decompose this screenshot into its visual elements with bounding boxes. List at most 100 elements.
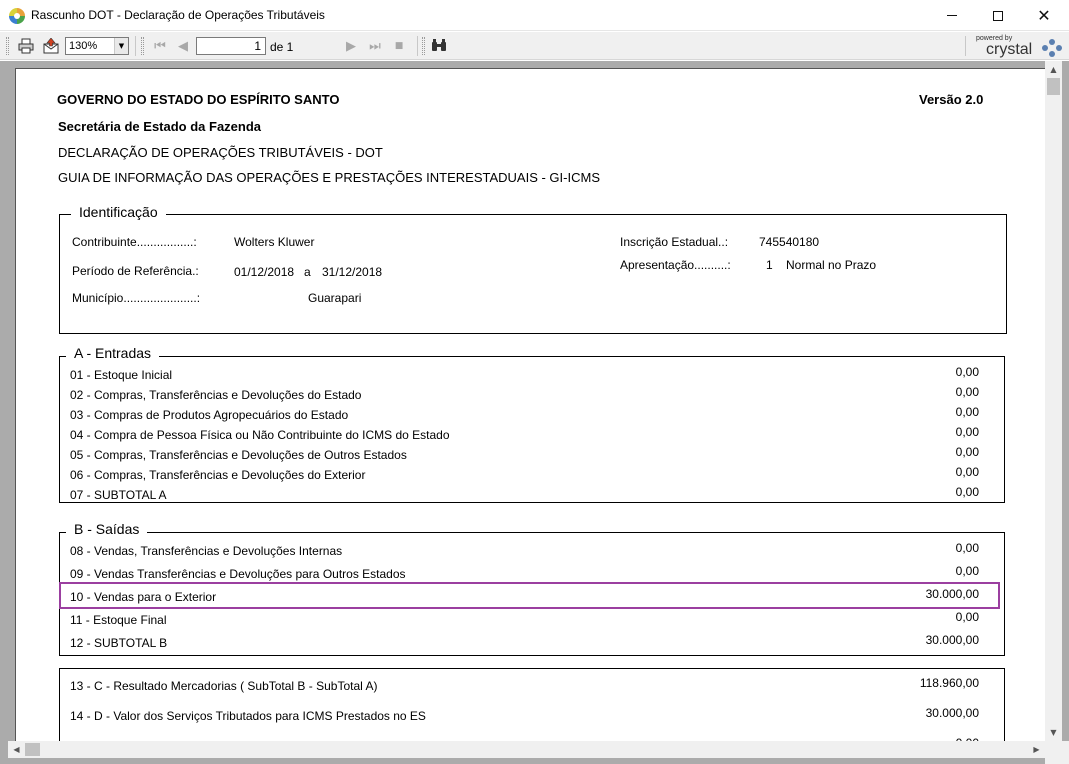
logo-word: crystal	[986, 41, 1033, 58]
row-value: 30.000,00	[925, 706, 979, 720]
crystal-dots-icon	[1042, 39, 1062, 57]
minimize-button[interactable]	[929, 0, 975, 31]
inscricao-label: Inscrição Estadual..:	[620, 235, 729, 249]
stop-icon: ■	[394, 41, 404, 51]
scroll-right-icon[interactable]: ▶	[1028, 741, 1045, 758]
municipio-value: Guarapari	[308, 291, 362, 305]
row-label: 09 - Vendas Transferências e Devoluções …	[70, 567, 406, 581]
row-label: 08 - Vendas, Transferências e Devoluções…	[70, 544, 343, 558]
row-label: 01 - Estoque Inicial	[70, 368, 173, 382]
row-value: 0,00	[955, 541, 979, 555]
horizontal-scrollbar[interactable]: ◀ ▶	[8, 741, 1045, 758]
row-value: 0,00	[955, 564, 979, 578]
row-label: 13 - C - Resultado Mercadorias ( SubTota…	[70, 679, 378, 693]
toolbar-grip[interactable]	[6, 37, 9, 55]
vertical-scrollbar[interactable]: ▲ ▼	[1045, 61, 1062, 741]
row-value: 118.960,00	[919, 676, 979, 690]
crystal-logo: powered by crystal	[972, 35, 1064, 59]
periodo-inicio: 01/12/2018	[234, 265, 295, 279]
maximize-button[interactable]	[975, 0, 1021, 31]
contribuinte-label: Contribuinte.................:	[72, 235, 197, 249]
close-button[interactable]: ✕	[1021, 0, 1067, 31]
crystal-app-icon	[9, 8, 25, 24]
guia-header: GUIA DE INFORMAÇÃO DAS OPERAÇÕES E PREST…	[58, 170, 600, 185]
next-page-icon: ▶	[346, 38, 356, 54]
apresentacao-value: Normal no Prazo	[786, 258, 877, 272]
print-button[interactable]	[17, 37, 35, 55]
scroll-left-icon[interactable]: ◀	[8, 741, 25, 758]
row-label: 11 - Estoque Final	[70, 613, 167, 627]
chevron-down-icon[interactable]: ▼	[114, 38, 128, 54]
identificacao-box	[59, 214, 1007, 334]
row-label: 14 - D - Valor dos Serviços Tributados p…	[70, 709, 426, 723]
row-label: 12 - SUBTOTAL B	[70, 636, 168, 650]
scroll-down-icon[interactable]: ▼	[1045, 724, 1062, 741]
saidas-legend: B - Saídas	[66, 521, 148, 537]
periodo-separator: a	[304, 265, 311, 279]
search-button[interactable]	[430, 37, 448, 55]
row-value: 0,00	[955, 485, 979, 499]
row-value: 0,00	[955, 465, 979, 479]
row-value: 0,00	[955, 385, 979, 399]
periodo-fim: 31/12/2018	[322, 265, 383, 279]
printer-icon	[18, 38, 34, 54]
binoculars-icon	[432, 39, 446, 51]
municipio-label: Município......................:	[72, 291, 201, 305]
version-label: Versão 2.0	[919, 92, 984, 107]
previous-page-icon: ◀	[178, 38, 188, 54]
next-page-button[interactable]: ▶	[342, 37, 360, 55]
declaracao-header: DECLARAÇÃO DE OPERAÇÕES TRIBUTÁVEIS - DO…	[58, 145, 383, 160]
maximize-icon	[993, 10, 1003, 21]
row-label: 03 - Compras de Produtos Agropecuários d…	[70, 408, 349, 422]
report-viewer: GOVERNO DO ESTADO DO ESPÍRITO SANTO Vers…	[0, 61, 1069, 764]
horizontal-scroll-thumb[interactable]	[25, 743, 40, 756]
row-value: 0,00	[955, 365, 979, 379]
first-page-button[interactable]: ⏮	[151, 37, 169, 55]
apresentacao-code: 1	[766, 258, 773, 272]
apresentacao-label: Apresentação..........:	[620, 258, 731, 272]
zoom-select[interactable]: 130% ▼	[65, 37, 129, 55]
title-bar: Rascunho DOT - Declaração de Operações T…	[0, 0, 1069, 31]
page-number-input[interactable]: 1	[196, 37, 266, 55]
scrollbar-corner	[1045, 741, 1069, 764]
row-value: 0,00	[955, 610, 979, 624]
window-title: Rascunho DOT - Declaração de Operações T…	[31, 8, 325, 22]
row-label: 07 - SUBTOTAL A	[70, 488, 167, 502]
inscricao-value: 745540180	[759, 235, 820, 249]
periodo-label: Período de Referência.:	[72, 264, 199, 278]
zoom-value: 130%	[69, 40, 98, 52]
export-button[interactable]	[42, 37, 60, 55]
row-label: 10 - Vendas para o Exterior	[70, 590, 217, 604]
last-page-button[interactable]: ⏭	[366, 37, 384, 55]
row-value: 0,00	[955, 405, 979, 419]
scroll-up-icon[interactable]: ▲	[1045, 61, 1062, 78]
page-total: de 1	[270, 40, 294, 54]
row-label: 02 - Compras, Transferências e Devoluçõe…	[70, 388, 362, 402]
stop-button[interactable]: ■	[390, 37, 408, 55]
toolbar-separator	[417, 36, 418, 56]
toolbar-grip[interactable]	[422, 37, 425, 55]
viewer-toolbar: 130% ▼ ⏮ ◀ 1 de 1 ▶ ⏭ ■ powered by cryst…	[0, 32, 1069, 60]
first-page-icon: ⏮	[154, 38, 166, 54]
toolbar-grip[interactable]	[141, 37, 144, 55]
row-label: 06 - Compras, Transferências e Devoluçõe…	[70, 468, 366, 482]
minimize-icon	[947, 15, 957, 16]
row-value: 30.000,00	[925, 633, 979, 647]
entradas-legend: A - Entradas	[66, 345, 160, 361]
identificacao-legend: Identificação	[71, 204, 166, 220]
close-icon: ✕	[1037, 6, 1051, 25]
contribuinte-value: Wolters Kluwer	[234, 235, 315, 249]
vertical-scroll-thumb[interactable]	[1047, 78, 1060, 95]
toolbar-separator	[135, 36, 136, 56]
last-page-icon: ⏭	[369, 38, 381, 54]
row-label: 05 - Compras, Transferências e Devoluçõe…	[70, 448, 407, 462]
gov-header: GOVERNO DO ESTADO DO ESPÍRITO SANTO	[57, 92, 340, 107]
row-label: 04 - Compra de Pessoa Física ou Não Cont…	[70, 428, 450, 442]
export-envelope-icon	[43, 38, 59, 54]
secretaria-header: Secretária de Estado da Fazenda	[58, 119, 262, 134]
toolbar-separator	[965, 36, 966, 56]
previous-page-button[interactable]: ◀	[174, 37, 192, 55]
report-page: GOVERNO DO ESTADO DO ESPÍRITO SANTO Vers…	[15, 68, 1045, 748]
row-value: 30.000,00	[925, 587, 979, 601]
row-value: 0,00	[955, 425, 979, 439]
